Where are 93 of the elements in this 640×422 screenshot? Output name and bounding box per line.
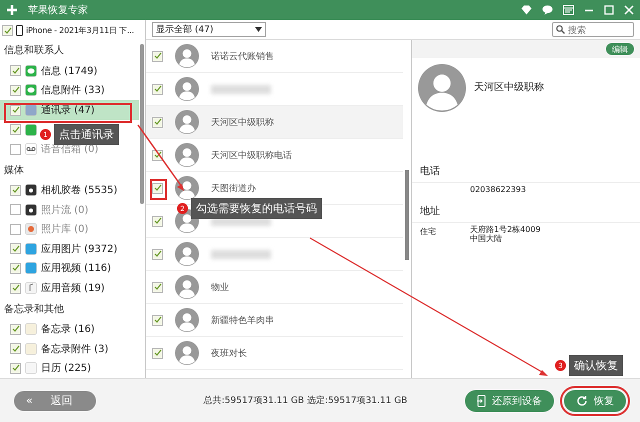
checkbox[interactable] xyxy=(10,65,21,76)
checkbox[interactable] xyxy=(152,348,163,358)
avatar-icon xyxy=(175,308,199,332)
category-item[interactable]: 信息附件 (33) xyxy=(0,80,139,100)
status-text: 总共:59517项31.11 GB 选定:59517项31.11 GB xyxy=(202,394,408,407)
refresh-icon xyxy=(576,394,588,406)
phone-number: 02038622393 xyxy=(470,186,526,195)
contact-name: 天河区中级职称 xyxy=(211,116,274,128)
avatar-icon xyxy=(418,64,466,112)
checkbox[interactable] xyxy=(10,243,21,254)
attachment-icon xyxy=(25,84,37,96)
checkbox[interactable] xyxy=(152,314,163,326)
image-icon xyxy=(25,242,37,255)
category-item[interactable]: 应用音频 (19) xyxy=(0,278,139,298)
contact-name: 诺诺云代账销售 xyxy=(211,50,274,62)
window-icon[interactable] xyxy=(563,5,574,15)
category-item[interactable]: 日历 (225) xyxy=(0,358,139,378)
address-line: 中国大陆 xyxy=(470,234,503,244)
avatar-icon xyxy=(175,77,199,101)
diamond-icon[interactable] xyxy=(521,5,532,15)
chat-icon[interactable] xyxy=(542,5,553,15)
avatar-icon xyxy=(175,242,199,266)
note-icon xyxy=(25,323,37,336)
contact-title: 天河区中级职称 xyxy=(474,80,544,95)
checkbox[interactable] xyxy=(152,84,163,94)
contact-name: 天河区中级职称电话 xyxy=(211,150,292,162)
category-header: 媒体 xyxy=(3,164,25,178)
checkbox[interactable] xyxy=(10,362,21,374)
maximize-icon[interactable] xyxy=(604,5,614,15)
category-item[interactable]: 应用图片 (9372) xyxy=(0,239,139,259)
avatar-icon xyxy=(175,275,199,299)
category-item[interactable]: 备忘录附件 (3) xyxy=(0,338,139,358)
scrollbar[interactable] xyxy=(405,170,409,260)
avatar-icon xyxy=(175,341,199,365)
stream-icon xyxy=(25,204,37,216)
checkbox[interactable] xyxy=(10,104,21,116)
checkbox[interactable] xyxy=(152,116,163,128)
checkbox[interactable] xyxy=(2,25,13,36)
device-label: iPhone - 2021年3月11日 下... xyxy=(26,25,134,36)
section-header: 地址 xyxy=(412,198,640,223)
restore-to-device-button[interactable]: 还原到设备 xyxy=(465,390,554,412)
edit-button[interactable]: 编辑 xyxy=(606,43,634,55)
section-header: 电话 xyxy=(412,158,640,183)
checkbox[interactable] xyxy=(152,282,163,292)
address-line: 天府路1号2栋4009 xyxy=(470,226,541,234)
message-icon xyxy=(25,64,37,77)
checkbox[interactable] xyxy=(10,84,21,96)
address-label: 住宅 xyxy=(420,226,437,238)
recover-button[interactable]: 恢复 xyxy=(564,390,626,412)
checkbox[interactable] xyxy=(10,184,21,196)
window-title: 苹果恢复专家 xyxy=(28,4,89,17)
checkbox[interactable] xyxy=(152,50,163,62)
contact-row[interactable]: 天河区中级职称 xyxy=(146,106,403,139)
search-field[interactable]: 搜索 xyxy=(552,22,634,37)
search-icon xyxy=(556,25,565,34)
checkbox[interactable] xyxy=(10,324,21,335)
checkbox[interactable] xyxy=(10,262,21,274)
category-item[interactable]: 信息 (1749) xyxy=(0,61,139,81)
contact-name: 物业 xyxy=(211,282,229,294)
category-item[interactable]: 应用视频 (116) xyxy=(0,258,139,278)
plus-icon xyxy=(6,4,18,16)
checkbox[interactable] xyxy=(152,248,163,260)
caret-icon xyxy=(255,27,262,32)
category-item[interactable]: 备忘录 (16) xyxy=(0,319,139,339)
checkbox[interactable] xyxy=(10,282,21,294)
video-icon xyxy=(25,262,37,274)
contact-name: 新疆特色羊肉串 xyxy=(211,314,274,326)
tooltip: 点击通讯录 xyxy=(54,124,119,145)
contact-name: 天图街道办 xyxy=(211,182,256,194)
highlight-frame xyxy=(150,179,167,200)
contact-name: 夜班对长 xyxy=(211,348,247,360)
filter-dropdown[interactable]: 显示全部 (47) xyxy=(152,22,266,37)
category-header: 备忘录和其他 xyxy=(3,302,65,317)
tooltip: 勾选需要恢复的电话号码 xyxy=(191,198,322,219)
voicemail-icon xyxy=(25,143,37,156)
avatar-icon xyxy=(175,176,199,200)
scrollbar[interactable] xyxy=(140,44,144,204)
contacts-icon xyxy=(25,104,37,116)
calendar-icon xyxy=(25,362,37,374)
tooltip: 确认恢复 xyxy=(569,355,623,376)
close-icon[interactable] xyxy=(624,5,634,15)
category-header: 信息和联系人 xyxy=(3,44,65,58)
avatar-icon xyxy=(175,110,199,134)
checkbox[interactable] xyxy=(152,182,163,194)
camera-icon xyxy=(25,184,37,196)
note-icon xyxy=(25,342,37,355)
avatar-icon xyxy=(175,143,199,167)
library-icon xyxy=(25,223,37,236)
checkbox[interactable] xyxy=(10,124,21,136)
avatar-icon xyxy=(175,44,199,68)
category-item[interactable]: 相机胶卷 (5535) xyxy=(0,180,139,200)
checkbox[interactable] xyxy=(10,343,21,354)
checkbox[interactable] xyxy=(152,216,163,226)
